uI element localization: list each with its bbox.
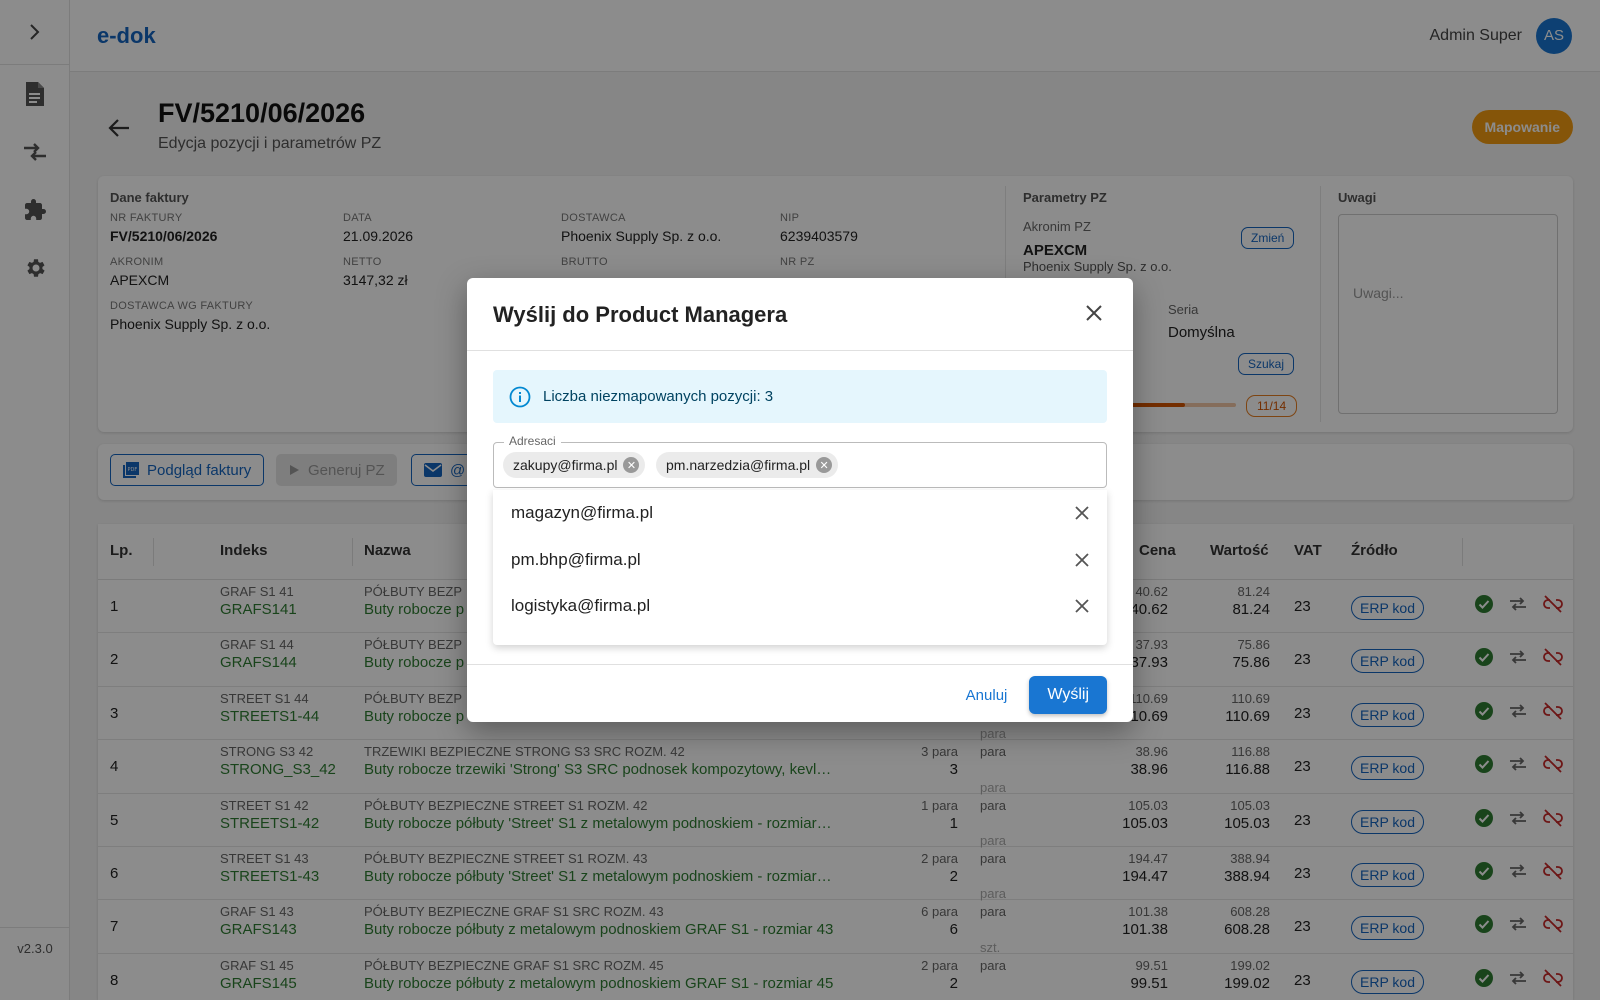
remove-chip-icon[interactable]: ✕ [623,457,640,473]
cancel-button[interactable]: Anuluj [966,679,1008,712]
recipient-chip-label: zakupy@firma.pl [513,457,618,473]
info-icon [509,386,531,407]
recipients-input[interactable]: Adresaci zakupy@firma.pl ✕ pm.narzedzia@… [493,434,1107,488]
close-icon[interactable] [1085,304,1103,322]
recipient-suggestions: magazyn@firma.pl pm.bhp@firma.pl logisty… [493,490,1107,645]
dialog-title: Wyślij do Product Managera [493,302,788,327]
close-icon[interactable] [1075,506,1089,520]
close-icon[interactable] [1075,599,1089,613]
dialog-actions: Anuluj Wyślij [966,676,1107,714]
recipient-chip[interactable]: pm.narzedzia@firma.pl ✕ [656,452,839,478]
send-button[interactable]: Wyślij [1029,676,1107,714]
recipient-chip-label: pm.narzedzia@firma.pl [666,457,811,473]
close-icon[interactable] [1075,553,1089,567]
alert-text: Liczba niezmapowanych pozycji: 3 [543,388,774,405]
recipients-label: Adresaci [504,434,561,448]
suggestion-label: pm.bhp@firma.pl [511,549,641,569]
suggestion-item[interactable]: pm.bhp@firma.pl [493,537,1107,584]
send-to-pm-dialog: Wyślij do Product Managera Liczba niezma… [467,278,1133,722]
dialog-divider [467,350,1133,351]
recipient-chip[interactable]: zakupy@firma.pl ✕ [503,452,646,478]
suggestion-item[interactable]: logistyka@firma.pl [493,583,1107,630]
dialog-divider [467,664,1133,665]
suggestion-item[interactable]: magazyn@firma.pl [493,490,1107,537]
suggestion-label: magazyn@firma.pl [511,503,653,523]
unmapped-info-alert: Liczba niezmapowanych pozycji: 3 [493,370,1107,423]
remove-chip-icon[interactable]: ✕ [816,457,833,473]
suggestion-label: logistyka@firma.pl [511,596,651,616]
